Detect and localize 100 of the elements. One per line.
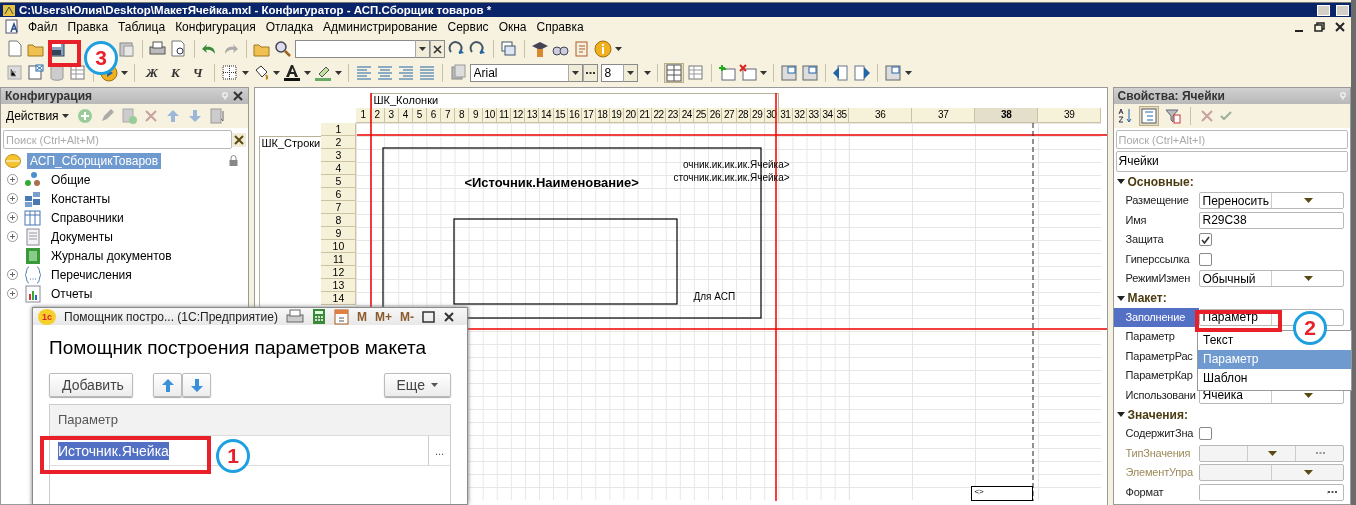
property-name[interactable]: Заполнение xyxy=(1113,307,1199,327)
row-header[interactable]: 11 xyxy=(321,253,357,266)
caret-icon[interactable] xyxy=(121,71,128,75)
menu-item[interactable]: Правка xyxy=(62,20,114,34)
caret-icon[interactable] xyxy=(571,71,579,75)
more-icon[interactable] xyxy=(1328,490,1337,494)
highlight-icon[interactable] xyxy=(313,64,332,82)
text-field[interactable]: R29C38 xyxy=(1198,211,1344,229)
row-header[interactable]: 5 xyxy=(321,175,357,188)
property-name[interactable]: Параметр xyxy=(1113,327,1199,347)
tree-item[interactable]: Константы xyxy=(48,190,114,207)
search-field[interactable]: Поиск (Ctrl+Alt+I) xyxy=(1115,130,1348,149)
property-name[interactable]: Формат xyxy=(1113,482,1199,502)
tree-item[interactable]: Общие xyxy=(48,171,94,188)
menu-item[interactable]: Справка xyxy=(531,20,589,34)
maximize-icon[interactable] xyxy=(422,310,435,323)
row-header[interactable]: 7 xyxy=(321,201,357,214)
minimize-button[interactable] xyxy=(1317,4,1330,16)
row-header[interactable]: 2 xyxy=(321,136,357,149)
caret-icon[interactable] xyxy=(334,71,342,75)
row-header[interactable]: 3 xyxy=(321,149,357,162)
move-up-button[interactable] xyxy=(153,373,182,397)
property-name[interactable]: Гиперссылка xyxy=(1113,249,1199,269)
column-header[interactable]: 24 xyxy=(680,108,695,123)
expand-icon[interactable] xyxy=(7,174,18,185)
restore-button[interactable] xyxy=(1336,4,1349,16)
caret-icon[interactable] xyxy=(626,71,634,75)
column-header[interactable]: 22 xyxy=(652,108,667,123)
picture-frame-icon[interactable] xyxy=(883,64,902,82)
column-header[interactable]: 25 xyxy=(694,108,709,123)
caret-icon[interactable] xyxy=(904,71,912,75)
tree-item[interactable]: Документы xyxy=(48,228,116,245)
column-header[interactable]: 13 xyxy=(525,108,540,123)
expand-icon[interactable] xyxy=(7,193,18,204)
table-cell[interactable]: Источник.Ячейка xyxy=(58,441,169,460)
borders-icon[interactable] xyxy=(220,64,239,82)
caret-icon[interactable] xyxy=(759,71,767,75)
caret-icon[interactable] xyxy=(643,71,651,75)
column-header[interactable]: 34 xyxy=(821,108,836,123)
style-button[interactable]: Ч xyxy=(187,65,208,81)
property-name[interactable]: Использовани xyxy=(1113,385,1199,405)
memory-button[interactable]: M- xyxy=(400,309,414,324)
search-field[interactable]: Поиск (Ctrl+Alt+M) xyxy=(3,130,233,149)
column-header[interactable]: 37 xyxy=(912,108,976,123)
column-header[interactable]: 26 xyxy=(708,108,723,123)
column-header[interactable]: 35 xyxy=(835,108,850,123)
search-icon[interactable] xyxy=(274,40,292,58)
check-icon[interactable] xyxy=(1219,110,1232,122)
tree-item[interactable]: Перечисления xyxy=(48,266,135,283)
style-button[interactable]: К xyxy=(165,65,185,81)
column-header[interactable]: 10 xyxy=(483,108,498,123)
more-icon[interactable] xyxy=(585,71,595,75)
expand-icon[interactable] xyxy=(7,269,18,280)
row-header[interactable]: 4 xyxy=(321,162,357,175)
menu-item[interactable]: Отладка xyxy=(260,20,319,34)
column-header[interactable]: 23 xyxy=(666,108,681,123)
categories-icon[interactable] xyxy=(1140,108,1157,124)
filter-icon[interactable] xyxy=(1164,108,1181,124)
column-header[interactable]: 36 xyxy=(849,108,913,123)
document-list-icon[interactable] xyxy=(27,64,45,82)
names-off-icon[interactable] xyxy=(800,64,819,82)
tree-item[interactable]: Отчеты xyxy=(48,285,96,302)
column-header[interactable]: 11 xyxy=(497,108,512,123)
font-color-icon[interactable] xyxy=(282,64,301,82)
caret-icon[interactable] xyxy=(615,47,622,51)
column-header[interactable]: 39 xyxy=(1038,108,1102,123)
expand-icon[interactable] xyxy=(7,212,18,223)
table-icon[interactable] xyxy=(69,64,87,82)
actions-menu[interactable]: Действия xyxy=(4,109,71,123)
column-header[interactable]: 38 xyxy=(975,108,1039,123)
row-header[interactable]: 1 xyxy=(321,123,357,136)
menu-item[interactable]: Файл xyxy=(23,20,63,34)
menu-item[interactable]: Окна xyxy=(493,20,532,34)
menu-item[interactable]: Администрирование xyxy=(318,20,443,34)
column-header[interactable]: 12 xyxy=(511,108,526,123)
checkbox[interactable] xyxy=(1198,252,1212,266)
print-preview-icon[interactable] xyxy=(170,40,188,58)
row-groups-icon[interactable] xyxy=(664,64,683,82)
property-name[interactable]: СодержитЗна xyxy=(1113,424,1199,444)
row-header[interactable]: 8 xyxy=(321,214,357,227)
choice-field[interactable] xyxy=(1198,483,1344,501)
menu-item[interactable]: Сервис xyxy=(442,20,494,34)
choose-button[interactable]: ... xyxy=(428,436,450,465)
collapse-arrow-icon[interactable] xyxy=(1116,295,1125,301)
close-icon[interactable] xyxy=(232,90,245,102)
close-icon[interactable] xyxy=(1335,22,1345,32)
dropdown-arrow-icon[interactable] xyxy=(1304,276,1314,282)
delete-rows-icon[interactable] xyxy=(738,64,757,82)
info-icon[interactable] xyxy=(594,40,612,58)
font-size-combobox[interactable]: 8 xyxy=(600,64,623,82)
dropdown-field[interactable]: Переносить xyxy=(1198,192,1344,210)
dropdown-arrow-icon[interactable] xyxy=(1304,198,1314,204)
column-header[interactable]: 1 xyxy=(356,108,371,123)
property-name[interactable]: ПараметрРас xyxy=(1113,346,1199,366)
caret-icon[interactable] xyxy=(303,71,311,75)
checkbox[interactable] xyxy=(1198,427,1212,441)
graduation-cap-icon[interactable] xyxy=(531,40,549,58)
tree-item[interactable]: Справочники xyxy=(48,209,127,226)
property-name[interactable]: ПараметрКар xyxy=(1113,366,1199,386)
names-icon[interactable] xyxy=(779,64,798,82)
